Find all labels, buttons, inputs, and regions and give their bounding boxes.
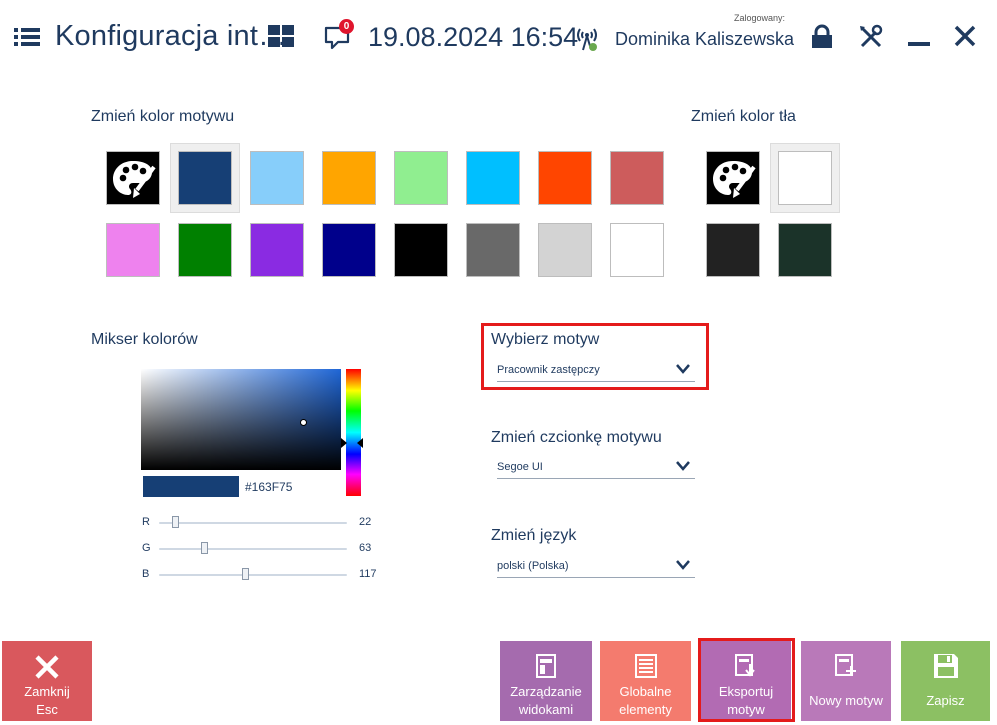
theme-color-swatch[interactable] — [106, 223, 160, 277]
new-theme-icon — [835, 654, 856, 676]
font-select-value: Segoe UI — [497, 461, 543, 473]
blue-slider-thumb[interactable] — [242, 568, 249, 580]
font-label: Zmień czcionkę motywu — [491, 429, 662, 446]
new-theme-label: Nowy motyw — [809, 693, 883, 708]
bg-color-custom-palette-button[interactable] — [706, 151, 760, 205]
green-slider-thumb[interactable] — [201, 542, 208, 554]
theme-color-swatch[interactable] — [466, 151, 520, 205]
blue-value: 117 — [359, 568, 377, 580]
connection-status-icon — [577, 28, 597, 51]
language-label: Zmień język — [491, 527, 577, 544]
chevron-down-icon — [676, 364, 690, 374]
palette-icon — [107, 152, 159, 204]
picker-cursor[interactable] — [300, 419, 307, 426]
menu-icon[interactable] — [14, 26, 40, 48]
theme-color-swatch[interactable] — [178, 223, 232, 277]
palette-icon — [707, 152, 759, 204]
language-select-value: polski (Polska) — [497, 560, 569, 572]
blue-label: B — [142, 568, 150, 580]
bg-color-swatch[interactable] — [706, 223, 760, 277]
global-elements-button[interactable]: Globalne elementy — [600, 641, 691, 721]
font-select[interactable]: Segoe UI — [497, 458, 695, 479]
views-icon — [536, 654, 556, 678]
theme-select-value: Pracownik zastępczy — [497, 364, 600, 376]
red-slider-thumb[interactable] — [172, 516, 179, 528]
logged-in-label: Zalogowany: — [734, 13, 786, 23]
color-preview — [143, 476, 239, 497]
title-bar: Konfiguracja int… 0 19.08.2024 16:54 Zal… — [0, 0, 997, 76]
tools-icon[interactable] — [858, 24, 884, 50]
global-elements-label: Globalne — [619, 684, 672, 699]
manage-views-label: Zarządzanie — [510, 684, 582, 699]
save-icon — [933, 654, 958, 678]
bg-color-swatch[interactable] — [778, 151, 832, 205]
hue-marker[interactable] — [341, 438, 347, 448]
save-button-label: Zapisz — [926, 693, 965, 708]
red-track — [159, 522, 347, 524]
theme-color-swatch[interactable] — [394, 151, 448, 205]
theme-color-swatch[interactable] — [610, 151, 664, 205]
export-highlight-frame — [698, 638, 795, 722]
close-x-icon — [35, 655, 59, 679]
theme-color-label: Zmień kolor motywu — [91, 108, 235, 125]
theme-color-swatch[interactable] — [250, 223, 304, 277]
manage-views-button[interactable]: Zarządzanie widokami — [500, 641, 592, 721]
close-icon[interactable] — [953, 24, 977, 48]
datetime: 19.08.2024 16:54 — [368, 22, 579, 52]
theme-color-swatch[interactable] — [250, 151, 304, 205]
theme-color-swatch[interactable] — [466, 223, 520, 277]
theme-color-swatch[interactable] — [538, 151, 592, 205]
global-elements-icon — [634, 654, 657, 678]
chevron-down-icon — [676, 560, 690, 570]
notification-badge: 0 — [339, 19, 354, 34]
saturation-picker[interactable] — [141, 369, 341, 470]
theme-color-swatch[interactable] — [322, 151, 376, 205]
chevron-down-icon — [676, 461, 690, 471]
global-elements-label-2: elementy — [619, 702, 672, 717]
theme-color-swatch[interactable] — [538, 223, 592, 277]
manage-views-label-2: widokami — [518, 702, 574, 717]
hue-marker[interactable] — [357, 438, 363, 448]
theme-color-custom-palette-button[interactable] — [106, 151, 160, 205]
hex-value: #163F75 — [245, 480, 293, 494]
notifications-button[interactable]: 0 — [324, 19, 354, 50]
minimize-icon[interactable] — [907, 24, 931, 48]
color-mixer-label: Mikser kolorów — [91, 331, 198, 348]
hue-slider[interactable] — [346, 369, 361, 496]
lock-icon[interactable] — [810, 24, 834, 50]
save-button[interactable]: Zapisz — [901, 641, 990, 721]
blue-track — [159, 574, 347, 576]
theme-color-swatch[interactable] — [322, 223, 376, 277]
theme-color-swatch[interactable] — [394, 223, 448, 277]
theme-label: Wybierz motyw — [491, 331, 600, 348]
window-title: Konfiguracja int… — [55, 20, 288, 52]
theme-color-swatch[interactable] — [178, 151, 232, 205]
language-select[interactable]: polski (Polska) — [497, 557, 695, 578]
theme-color-swatch[interactable] — [610, 223, 664, 277]
green-label: G — [142, 542, 151, 554]
close-button-label: Zamknij — [24, 684, 70, 699]
red-label: R — [142, 516, 150, 528]
close-button[interactable]: Zamknij Esc — [2, 641, 92, 721]
bg-color-label: Zmień kolor tła — [691, 108, 796, 125]
new-theme-button[interactable]: Nowy motyw — [801, 641, 891, 721]
close-button-shortcut: Esc — [36, 702, 58, 717]
theme-select[interactable]: Pracownik zastępczy — [497, 361, 695, 382]
green-value: 63 — [359, 542, 372, 554]
tiles-icon[interactable] — [268, 25, 294, 47]
bg-color-swatch[interactable] — [778, 223, 832, 277]
green-track — [159, 548, 347, 550]
user-name: Dominika Kaliszewska — [615, 29, 795, 49]
red-value: 22 — [359, 516, 372, 528]
